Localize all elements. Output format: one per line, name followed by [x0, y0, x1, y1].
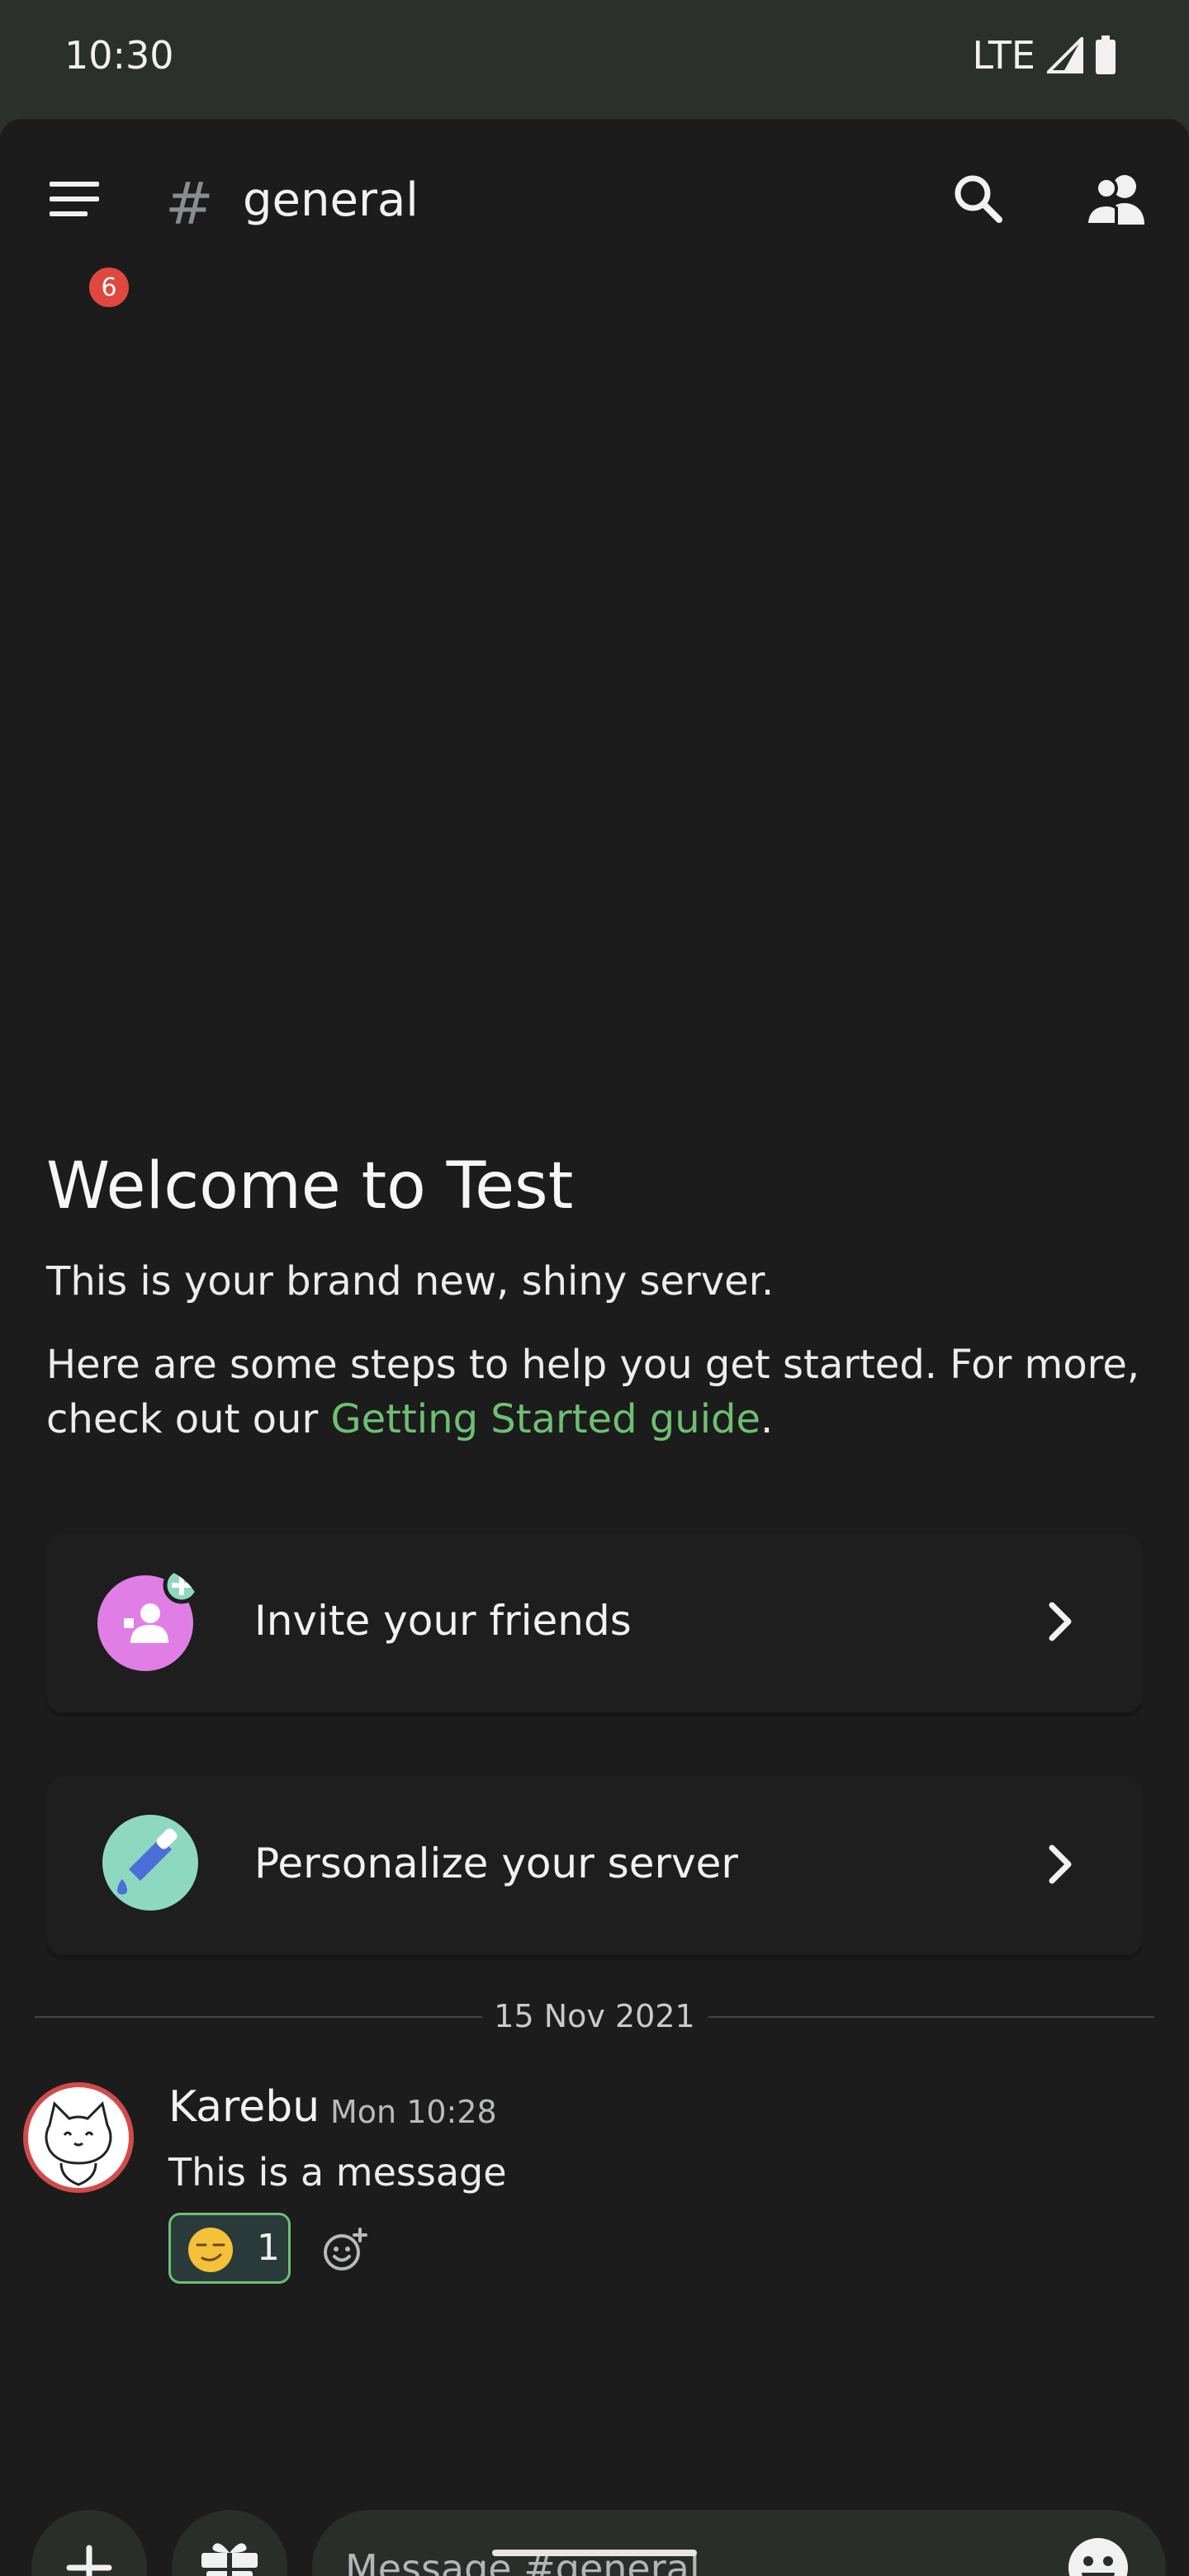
gift-button[interactable]	[172, 2510, 287, 2576]
date-divider-label: 15 Nov 2021	[494, 1998, 695, 2034]
gift-icon	[201, 2543, 258, 2576]
cat-avatar-icon	[45, 2101, 112, 2186]
message-timestamp: Mon 10:28	[330, 2094, 497, 2130]
message-input[interactable]	[343, 2536, 1032, 2576]
personalize-server-label: Personalize your server	[254, 1840, 738, 1887]
reaction-count: 1	[257, 2227, 280, 2269]
home-indicator[interactable]	[492, 2550, 697, 2556]
menu-button[interactable]: 6	[50, 177, 134, 312]
unread-badge: 6	[84, 263, 134, 312]
emoji-picker-icon	[1068, 2538, 1128, 2576]
signal-icon	[1047, 37, 1083, 73]
add-reaction-icon	[324, 2228, 367, 2271]
message-text: This is a message	[168, 2150, 507, 2195]
channel-name[interactable]: general	[243, 173, 419, 227]
channel-header: 6 # general	[0, 119, 1189, 312]
invite-friends-icon	[97, 1567, 201, 1671]
network-type: LTE	[972, 33, 1035, 78]
smirk-emoji-icon	[188, 2228, 233, 2272]
plus-icon	[66, 2545, 112, 2576]
app-main: 6 # general Welcome to Test This is your…	[0, 119, 1189, 2576]
chevron-right-icon	[1049, 1602, 1072, 1641]
welcome-subtitle: This is your brand new, shiny server.	[46, 1258, 775, 1305]
attach-button[interactable]	[31, 2510, 147, 2576]
welcome-body-suffix: .	[760, 1396, 774, 1442]
search-icon	[955, 175, 1002, 223]
invite-friends-card[interactable]: Invite your friends	[46, 1534, 1143, 1712]
hamburger-icon	[50, 182, 99, 216]
channel-hash-icon: #	[165, 170, 214, 238]
date-divider-right	[708, 2016, 1154, 2018]
invite-friends-label: Invite your friends	[254, 1597, 632, 1645]
status-time: 10:30	[64, 33, 174, 78]
emoji-button[interactable]	[1067, 2536, 1130, 2576]
status-bar: 10:30 LTE	[0, 0, 1189, 119]
status-icons: LTE	[973, 33, 1116, 78]
date-divider-left	[35, 2016, 482, 2018]
avatar[interactable]	[23, 2082, 134, 2193]
members-icon	[1084, 175, 1144, 226]
message-author[interactable]: Karebu	[168, 2082, 320, 2132]
add-reaction-button[interactable]	[320, 2226, 370, 2275]
search-button[interactable]	[950, 170, 1016, 236]
message-composer[interactable]	[312, 2510, 1166, 2576]
chevron-right-icon	[1049, 1844, 1072, 1884]
personalize-brush-icon	[102, 1815, 198, 1911]
reaction-chip[interactable]: 1	[168, 2213, 291, 2284]
personalize-server-card[interactable]: Personalize your server	[46, 1777, 1143, 1955]
battery-icon	[1096, 36, 1116, 74]
welcome-title: Welcome to Test	[46, 1149, 574, 1224]
getting-started-link[interactable]: Getting Started guide	[330, 1396, 760, 1442]
welcome-body: Here are some steps to help you get star…	[46, 1338, 1153, 1447]
members-button[interactable]	[1082, 170, 1156, 236]
